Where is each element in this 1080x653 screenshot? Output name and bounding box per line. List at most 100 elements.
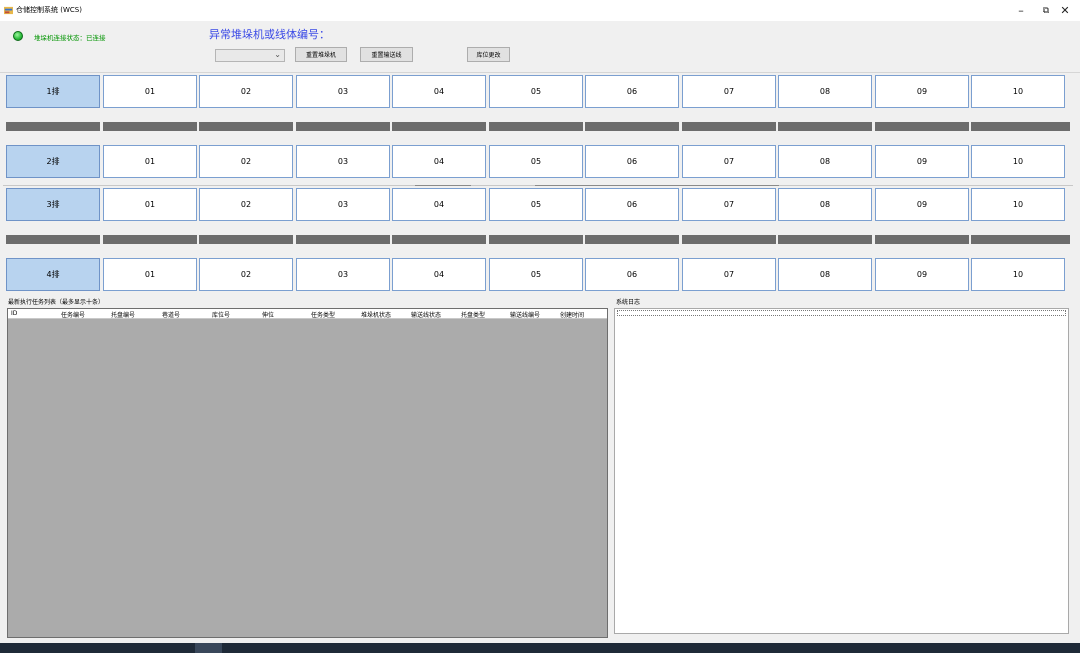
task-column-header[interactable]: 任务编号 <box>61 310 85 319</box>
location-cell[interactable]: 04 <box>392 188 486 221</box>
location-cell[interactable]: 07 <box>682 258 776 291</box>
location-cell[interactable]: 01 <box>103 75 197 108</box>
task-column-header[interactable]: ID <box>11 310 17 317</box>
location-cell[interactable]: 07 <box>682 75 776 108</box>
task-column-header[interactable]: 巷道号 <box>162 310 180 319</box>
stacker-rail-segment <box>585 235 679 244</box>
location-cell[interactable]: 04 <box>392 258 486 291</box>
row-divider <box>535 185 779 186</box>
stacker-rail-segment <box>585 122 679 131</box>
location-cell[interactable]: 06 <box>585 75 679 108</box>
stacker-rail-segment <box>392 122 486 131</box>
stacker-rail-segment <box>778 122 872 131</box>
location-cell[interactable]: 03 <box>296 258 390 291</box>
stacker-rail-segment <box>199 235 293 244</box>
task-column-header[interactable]: 伸位 <box>262 310 274 319</box>
stacker-rail-segment <box>103 122 197 131</box>
location-cell[interactable]: 05 <box>489 188 583 221</box>
location-cell[interactable]: 09 <box>875 188 969 221</box>
location-cell[interactable]: 05 <box>489 75 583 108</box>
taskbar-item[interactable] <box>195 643 222 653</box>
connection-status-icon <box>13 31 23 41</box>
task-column-header[interactable]: 创建时间 <box>560 310 584 319</box>
row-divider <box>415 185 471 186</box>
location-cell[interactable]: 02 <box>199 258 293 291</box>
location-change-button[interactable]: 库位更改 <box>467 47 510 62</box>
location-cell[interactable]: 08 <box>778 258 872 291</box>
main-panel: 堆垛机连接状态：已连接 异常堆垛机或线体编号： ⌄ 重置堆垛机 重置输送线 库位… <box>0 21 1080 653</box>
stacker-rail-segment <box>682 235 776 244</box>
location-cell[interactable]: 07 <box>682 188 776 221</box>
location-cell[interactable]: 10 <box>971 75 1065 108</box>
location-cell[interactable]: 07 <box>682 145 776 178</box>
stacker-rail-segment <box>489 122 583 131</box>
system-log-panel[interactable] <box>614 308 1069 634</box>
location-cell[interactable]: 10 <box>971 145 1065 178</box>
location-cell[interactable]: 09 <box>875 258 969 291</box>
location-cell[interactable]: 01 <box>103 145 197 178</box>
location-cell[interactable]: 05 <box>489 145 583 178</box>
stacker-rail-segment <box>875 235 969 244</box>
task-list-table[interactable]: ID 任务编号 托盘编号 巷道号 库位号 伸位 任务类型 堆垛机状态 输送线状态 托盘类型 输送线编… <box>7 308 608 638</box>
task-list-title: 最新执行任务列表（最多显示十条） <box>8 299 105 306</box>
stacker-rail-segment <box>971 235 1070 244</box>
task-column-header[interactable]: 输送线编号 <box>510 310 540 319</box>
reset-stacker-button[interactable]: 重置堆垛机 <box>295 47 347 62</box>
location-cell[interactable]: 04 <box>392 75 486 108</box>
stacker-rail-segment <box>199 122 293 131</box>
location-cell[interactable]: 08 <box>778 75 872 108</box>
stacker-rail-segment <box>778 235 872 244</box>
location-cell[interactable]: 06 <box>585 258 679 291</box>
location-cell[interactable]: 09 <box>875 145 969 178</box>
task-column-header[interactable]: 托盘编号 <box>111 310 135 319</box>
row-label-3[interactable]: 3排 <box>6 188 100 221</box>
row-label-2[interactable]: 2排 <box>6 145 100 178</box>
abnormal-device-title: 异常堆垛机或线体编号： <box>209 28 330 41</box>
location-cell[interactable]: 03 <box>296 75 390 108</box>
location-cell[interactable]: 06 <box>585 188 679 221</box>
location-cell[interactable]: 09 <box>875 75 969 108</box>
stacker-rail-segment <box>392 235 486 244</box>
task-column-header[interactable]: 库位号 <box>212 310 230 319</box>
stacker-rail-segment <box>296 122 390 131</box>
location-cell[interactable]: 02 <box>199 75 293 108</box>
taskbar <box>0 643 1080 653</box>
header-divider <box>0 72 1080 73</box>
location-cell[interactable]: 08 <box>778 188 872 221</box>
connection-status-text: 堆垛机连接状态：已连接 <box>34 34 106 42</box>
title-bar: 仓储控制系统 (WCS) – ⧉ ✕ <box>0 0 1080 21</box>
task-list-header: ID 任务编号 托盘编号 巷道号 库位号 伸位 任务类型 堆垛机状态 输送线状态 托盘类型 输送线编… <box>8 309 607 319</box>
task-column-header[interactable]: 任务类型 <box>311 310 335 319</box>
location-cell[interactable]: 03 <box>296 145 390 178</box>
close-button[interactable]: ✕ <box>1050 0 1080 21</box>
app-icon <box>4 6 13 15</box>
row-label-1[interactable]: 1排 <box>6 75 100 108</box>
stacker-rail-segment <box>489 235 583 244</box>
stacker-rail-segment <box>6 235 100 244</box>
reset-conveyor-button[interactable]: 重置输送线 <box>360 47 413 62</box>
location-cell[interactable]: 05 <box>489 258 583 291</box>
location-cell[interactable]: 10 <box>971 188 1065 221</box>
location-cell[interactable]: 03 <box>296 188 390 221</box>
task-column-header[interactable]: 输送线状态 <box>411 310 441 319</box>
location-cell[interactable]: 08 <box>778 145 872 178</box>
window-title: 仓储控制系统 (WCS) <box>16 6 82 14</box>
stacker-rail-segment <box>875 122 969 131</box>
location-cell[interactable]: 01 <box>103 258 197 291</box>
stacker-rail-segment <box>6 122 100 131</box>
location-cell[interactable]: 01 <box>103 188 197 221</box>
row-label-4[interactable]: 4排 <box>6 258 100 291</box>
location-cell[interactable]: 02 <box>199 188 293 221</box>
location-cell[interactable]: 04 <box>392 145 486 178</box>
system-log-entry-line <box>617 310 1066 316</box>
device-select[interactable]: ⌄ <box>215 49 285 62</box>
location-cell[interactable]: 02 <box>199 145 293 178</box>
stacker-rail-segment <box>682 122 776 131</box>
location-cell[interactable]: 10 <box>971 258 1065 291</box>
stacker-rail-segment <box>971 122 1070 131</box>
task-column-header[interactable]: 托盘类型 <box>461 310 485 319</box>
location-cell[interactable]: 06 <box>585 145 679 178</box>
stacker-rail-segment <box>103 235 197 244</box>
task-column-header[interactable]: 堆垛机状态 <box>361 310 391 319</box>
system-log-title: 系统日志 <box>616 299 641 306</box>
